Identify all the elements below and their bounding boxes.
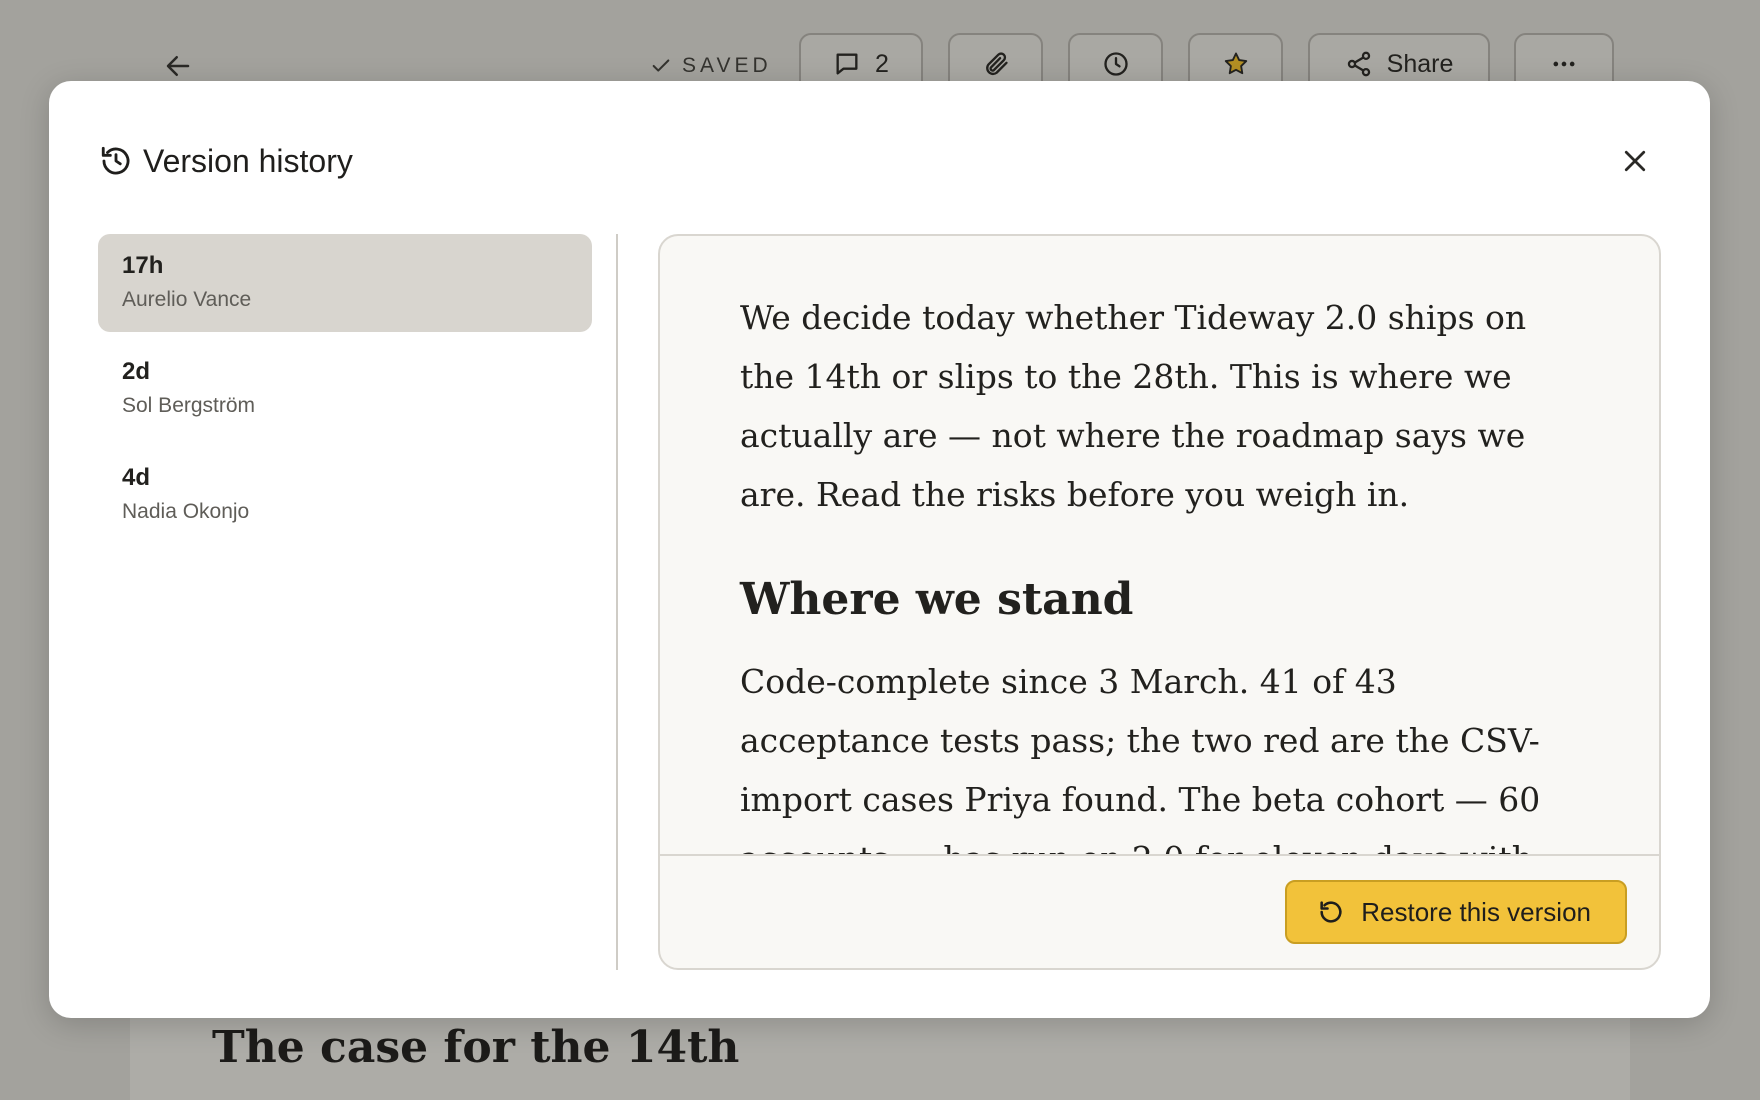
restore-icon xyxy=(1320,901,1342,923)
share-label: Share xyxy=(1386,49,1454,78)
preview-content: We decide today whether Tideway 2.0 ship… xyxy=(660,236,1659,854)
version-list: 17h Aurelio Vance 2d Sol Bergström 4d Na… xyxy=(98,234,592,552)
comment-icon xyxy=(836,53,858,75)
check-icon xyxy=(652,59,670,72)
more-icon xyxy=(1553,61,1575,67)
paperclip-icon xyxy=(985,52,1008,76)
arrow-left-icon xyxy=(166,56,190,76)
close-button[interactable] xyxy=(1616,142,1654,180)
version-history-dialog: Version history 17h Aurelio Vance 2d Sol… xyxy=(49,81,1710,1018)
save-status: SAVED xyxy=(650,51,772,81)
comments-count: 2 xyxy=(875,49,889,78)
history-icon xyxy=(101,146,130,175)
panel-divider xyxy=(616,234,618,970)
restore-version-button[interactable]: Restore this version xyxy=(1285,880,1627,944)
version-time: 4d xyxy=(122,464,151,491)
version-item[interactable]: 2d Sol Bergström xyxy=(98,340,592,438)
clock-icon xyxy=(1103,52,1128,76)
preview-section-heading: Where we stand xyxy=(740,574,1134,625)
dialog-title: Version history xyxy=(143,142,353,179)
close-icon xyxy=(1624,150,1646,172)
version-time: 17h xyxy=(122,252,164,279)
document-heading: The case for the 14th xyxy=(212,1022,740,1073)
preview-intro: We decide today whether Tideway 2.0 ship… xyxy=(740,298,1527,514)
restore-version-label: Restore this version xyxy=(1361,896,1591,927)
version-time: 2d xyxy=(122,358,151,385)
preview-footer: Restore this version xyxy=(660,854,1659,968)
save-status-label: SAVED xyxy=(682,54,772,77)
preview-section-body: Code-complete since 3 March. 41 of 43 ac… xyxy=(740,662,1541,854)
version-author: Nadia Okonjo xyxy=(122,500,250,523)
version-preview: We decide today whether Tideway 2.0 ship… xyxy=(658,234,1661,970)
version-author: Sol Bergström xyxy=(122,394,256,417)
dialog-header: Version history xyxy=(99,136,353,186)
preview-scroll-area[interactable]: We decide today whether Tideway 2.0 ship… xyxy=(660,236,1659,854)
version-item[interactable]: 17h Aurelio Vance xyxy=(98,234,592,332)
star-icon xyxy=(1224,52,1247,75)
version-item[interactable]: 4d Nadia Okonjo xyxy=(98,446,592,544)
version-author: Aurelio Vance xyxy=(122,288,252,311)
back-button[interactable] xyxy=(160,48,196,84)
share-icon xyxy=(1347,51,1370,77)
